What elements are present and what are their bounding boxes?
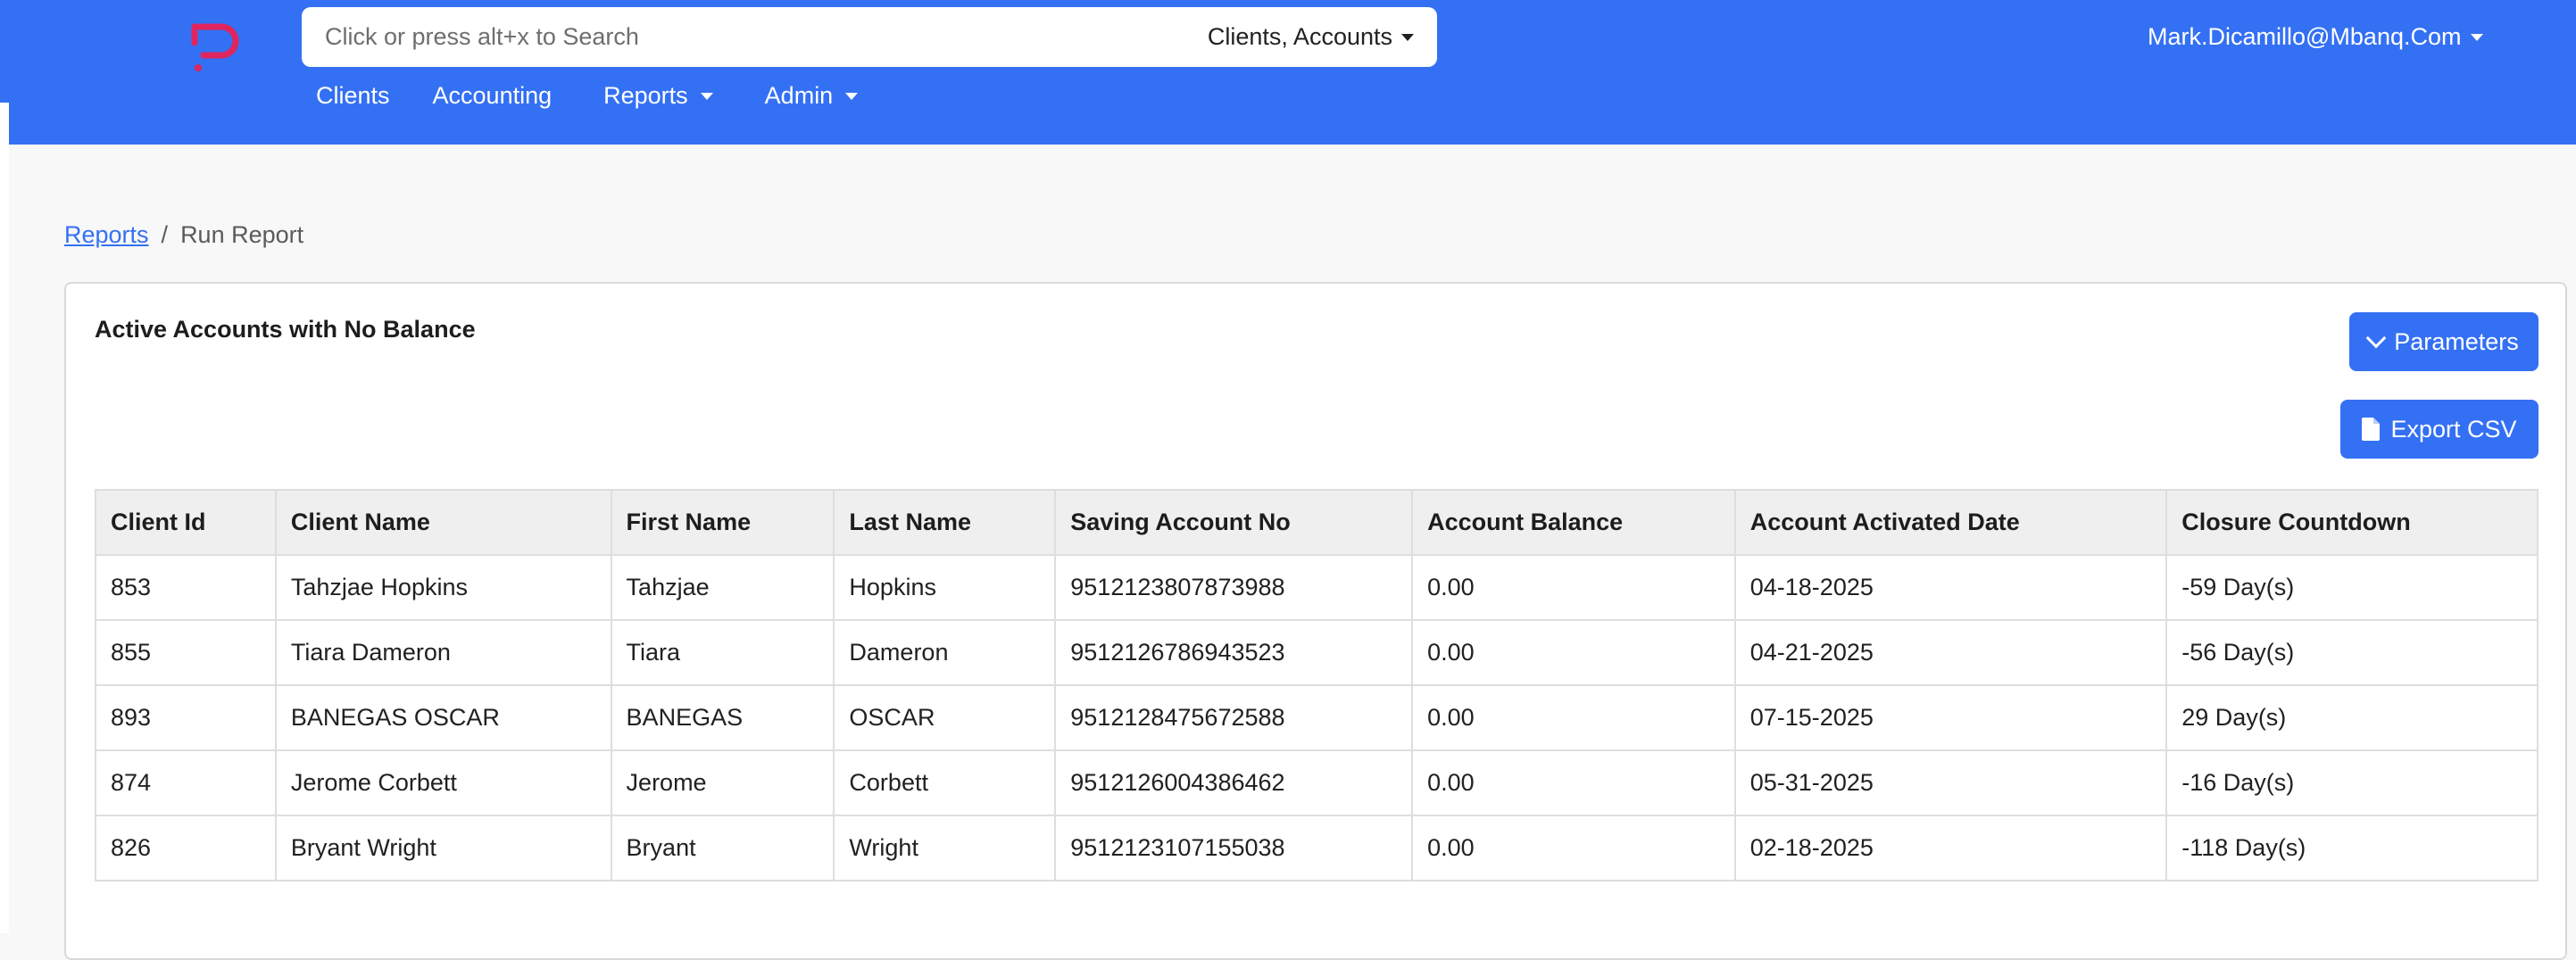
cell-last-name: OSCAR bbox=[833, 684, 1057, 751]
breadcrumb-reports-link[interactable]: Reports bbox=[64, 221, 149, 249]
cell-closure-countdown: -16 Day(s) bbox=[2165, 749, 2539, 816]
top-header: Clients, Accounts Mark.Dicamillo@Mbanq.C… bbox=[0, 0, 2576, 145]
file-icon bbox=[2362, 418, 2381, 441]
cell-first-name: Bryant bbox=[610, 815, 835, 881]
column-header: Client Name bbox=[274, 489, 612, 556]
chevron-down-icon bbox=[845, 92, 859, 100]
cell-activated-date: 05-31-2025 bbox=[1733, 749, 2168, 816]
user-email: Mark.Dicamillo@Mbanq.Com bbox=[2148, 23, 2462, 50]
chevron-down-icon bbox=[1401, 33, 1414, 41]
parameters-label: Parameters bbox=[2394, 327, 2519, 355]
cell-client-name: Bryant Wright bbox=[274, 815, 612, 881]
nav-accounting[interactable]: Accounting bbox=[433, 82, 553, 110]
cell-closure-countdown: -56 Day(s) bbox=[2165, 619, 2539, 686]
table-header-row: Client Id Client Name First Name Last Na… bbox=[95, 489, 2539, 556]
cell-account-balance: 0.00 bbox=[1411, 619, 1736, 686]
user-menu[interactable]: Mark.Dicamillo@Mbanq.Com bbox=[2148, 23, 2483, 51]
cell-last-name: Dameron bbox=[833, 619, 1057, 686]
chevron-down-icon bbox=[700, 92, 713, 100]
cell-client-id: 893 bbox=[95, 684, 277, 751]
table-row: 893 BANEGAS OSCAR BANEGAS OSCAR 95121284… bbox=[95, 684, 2539, 751]
sidebar-edge bbox=[0, 103, 9, 933]
cell-saving-account-no: 9512126004386462 bbox=[1054, 749, 1414, 816]
report-table: Client Id Client Name First Name Last Na… bbox=[95, 489, 2539, 881]
app-logo[interactable] bbox=[191, 23, 245, 73]
cell-closure-countdown: 29 Day(s) bbox=[2165, 684, 2539, 751]
column-header: Client Id bbox=[95, 489, 277, 556]
nav-reports-label: Reports bbox=[603, 82, 688, 109]
nav-admin-label: Admin bbox=[764, 82, 834, 109]
global-search: Clients, Accounts bbox=[302, 7, 1437, 67]
cell-saving-account-no: 9512126786943523 bbox=[1054, 619, 1414, 686]
table-row: 874 Jerome Corbett Jerome Corbett 951212… bbox=[95, 749, 2539, 816]
cell-first-name: Jerome bbox=[610, 749, 835, 816]
table-row: 826 Bryant Wright Bryant Wright 95121231… bbox=[95, 815, 2539, 881]
column-header: Last Name bbox=[833, 489, 1057, 556]
search-scope-dropdown[interactable]: Clients, Accounts bbox=[1208, 23, 1414, 51]
report-table-container: Client Id Client Name First Name Last Na… bbox=[95, 489, 2540, 881]
chevron-down-icon bbox=[2470, 33, 2483, 41]
cell-client-id: 874 bbox=[95, 749, 277, 816]
search-scope-label: Clients, Accounts bbox=[1207, 23, 1392, 50]
breadcrumb-current: Run Report bbox=[180, 221, 304, 248]
cell-client-name: Jerome Corbett bbox=[274, 749, 612, 816]
nav-clients[interactable]: Clients bbox=[316, 82, 390, 110]
cell-last-name: Wright bbox=[833, 815, 1057, 881]
cell-client-id: 855 bbox=[95, 619, 277, 686]
cell-activated-date: 04-18-2025 bbox=[1733, 554, 2168, 621]
cell-saving-account-no: 9512123807873988 bbox=[1054, 554, 1414, 621]
export-csv-label: Export CSV bbox=[2390, 415, 2517, 443]
cell-client-name: Tahzjae Hopkins bbox=[274, 554, 612, 621]
cell-saving-account-no: 9512123107155038 bbox=[1054, 815, 1414, 881]
cell-account-balance: 0.00 bbox=[1411, 684, 1736, 751]
cell-saving-account-no: 9512128475672588 bbox=[1054, 684, 1414, 751]
breadcrumb-separator: / bbox=[161, 221, 169, 248]
column-header: Saving Account No bbox=[1054, 489, 1414, 556]
cell-activated-date: 04-21-2025 bbox=[1733, 619, 2168, 686]
cell-closure-countdown: -118 Day(s) bbox=[2165, 815, 2539, 881]
cell-account-balance: 0.00 bbox=[1411, 749, 1736, 816]
search-input[interactable] bbox=[325, 23, 1208, 51]
cell-activated-date: 02-18-2025 bbox=[1733, 815, 2168, 881]
export-csv-button[interactable]: Export CSV bbox=[2340, 400, 2539, 459]
report-title: Active Accounts with No Balance bbox=[95, 316, 476, 343]
nav-clients-label: Clients bbox=[316, 82, 390, 109]
cell-last-name: Corbett bbox=[833, 749, 1057, 816]
nav-reports-dropdown[interactable]: Reports bbox=[603, 82, 713, 110]
cell-first-name: Tahzjae bbox=[610, 554, 835, 621]
breadcrumb: Reports / Run Report bbox=[64, 221, 303, 249]
main-nav: Clients Accounting Reports Admin bbox=[316, 82, 859, 110]
cell-activated-date: 07-15-2025 bbox=[1733, 684, 2168, 751]
cell-client-name: Tiara Dameron bbox=[274, 619, 612, 686]
column-header: Account Balance bbox=[1411, 489, 1736, 556]
cell-client-id: 826 bbox=[95, 815, 277, 881]
cell-first-name: BANEGAS bbox=[610, 684, 835, 751]
table-row: 853 Tahzjae Hopkins Tahzjae Hopkins 9512… bbox=[95, 554, 2539, 621]
cell-last-name: Hopkins bbox=[833, 554, 1057, 621]
cell-account-balance: 0.00 bbox=[1411, 815, 1736, 881]
report-card: Active Accounts with No Balance Paramete… bbox=[64, 282, 2567, 960]
cell-client-id: 853 bbox=[95, 554, 277, 621]
nav-admin-dropdown[interactable]: Admin bbox=[765, 82, 859, 110]
chevron-down-icon bbox=[2365, 327, 2387, 349]
cell-account-balance: 0.00 bbox=[1411, 554, 1736, 621]
table-row: 855 Tiara Dameron Tiara Dameron 95121267… bbox=[95, 619, 2539, 686]
nav-accounting-label: Accounting bbox=[432, 82, 553, 109]
parameters-button[interactable]: Parameters bbox=[2349, 312, 2539, 371]
column-header: First Name bbox=[610, 489, 835, 556]
column-header: Account Activated Date bbox=[1733, 489, 2168, 556]
cell-first-name: Tiara bbox=[610, 619, 835, 686]
cell-client-name: BANEGAS OSCAR bbox=[274, 684, 612, 751]
cell-closure-countdown: -59 Day(s) bbox=[2165, 554, 2539, 621]
column-header: Closure Countdown bbox=[2165, 489, 2539, 556]
